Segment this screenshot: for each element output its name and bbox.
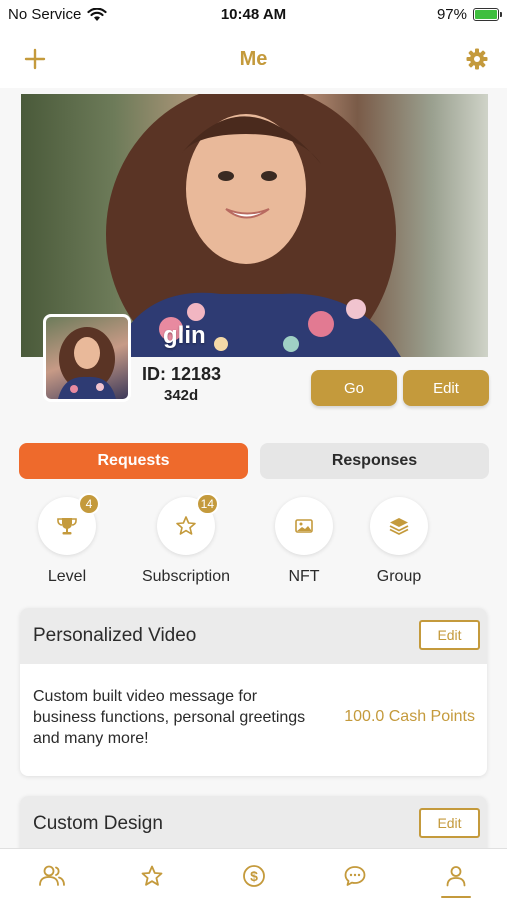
status-right: 97% [436,6,502,23]
tab-messages[interactable] [340,863,370,889]
service-price: 100.0 Cash Points [344,708,475,725]
page-title: Me [239,48,268,70]
tab-friends[interactable] [37,863,67,889]
subscription-badge: 14 [195,493,219,515]
battery-percent: 97% [436,6,467,23]
trophy-icon [57,518,77,535]
service-card: Custom Design Edit [20,796,487,848]
category-label: Group [376,568,422,585]
category-level[interactable]: 4 Level [7,493,127,586]
avatar[interactable] [43,314,131,402]
avatar-portrait-illustration [58,327,116,399]
dollar-icon: $ [243,865,265,887]
category-subscription[interactable]: 14 Subscription [126,493,246,586]
group-button[interactable] [370,497,428,555]
edit-service-button[interactable]: Edit [419,620,480,650]
service-description: Custom built video message for business … [33,688,306,747]
tab-responses[interactable]: Responses [260,443,489,479]
level-button[interactable]: 4 [38,493,100,555]
category-label: Level [47,568,87,585]
subscription-button[interactable]: 14 [157,493,219,555]
nft-button[interactable] [275,497,333,555]
layers-icon [389,518,409,535]
service-card-header: Personalized Video Edit [20,608,487,664]
edit-service-button[interactable]: Edit [419,808,480,838]
person-icon [446,866,466,887]
service-card-body: Custom built video message for business … [20,664,487,776]
category-group[interactable]: Group [339,497,459,586]
battery-icon [473,8,502,21]
status-time: 10:48 AM [220,6,287,23]
username: glin [163,322,206,349]
active-tab-indicator [441,896,471,898]
service-title: Personalized Video [33,625,197,646]
gear-icon[interactable] [465,47,489,71]
star-icon [176,516,196,535]
tab-profile[interactable] [441,863,471,889]
tab-requests[interactable]: Requests [19,443,248,479]
star-icon [141,865,163,886]
tab-favorites[interactable] [137,863,167,889]
category-label: Subscription [141,568,231,585]
days-label: 342d [164,387,199,404]
users-icon [39,865,65,886]
status-bar: No Service 10:48 AM 97% [0,0,507,30]
tab-wallet[interactable]: $ [239,863,269,889]
edit-profile-button[interactable]: Edit [403,370,489,406]
user-id-label: ID: 12183 [142,364,222,384]
profile-scroll-area[interactable]: glin ID: 12183 342d Go Edit Requests Res… [0,88,507,848]
image-icon [295,519,313,533]
service-title: Custom Design [33,813,163,834]
svg-text:$: $ [250,868,258,884]
go-button[interactable]: Go [311,370,397,406]
service-card-header: Custom Design Edit [20,796,487,848]
tab-bar: $ [0,848,507,900]
level-badge: 4 [78,493,100,515]
chat-icon [344,866,366,886]
nav-bar: Me [0,38,507,82]
service-card: Personalized Video Edit Custom built vid… [20,608,487,776]
